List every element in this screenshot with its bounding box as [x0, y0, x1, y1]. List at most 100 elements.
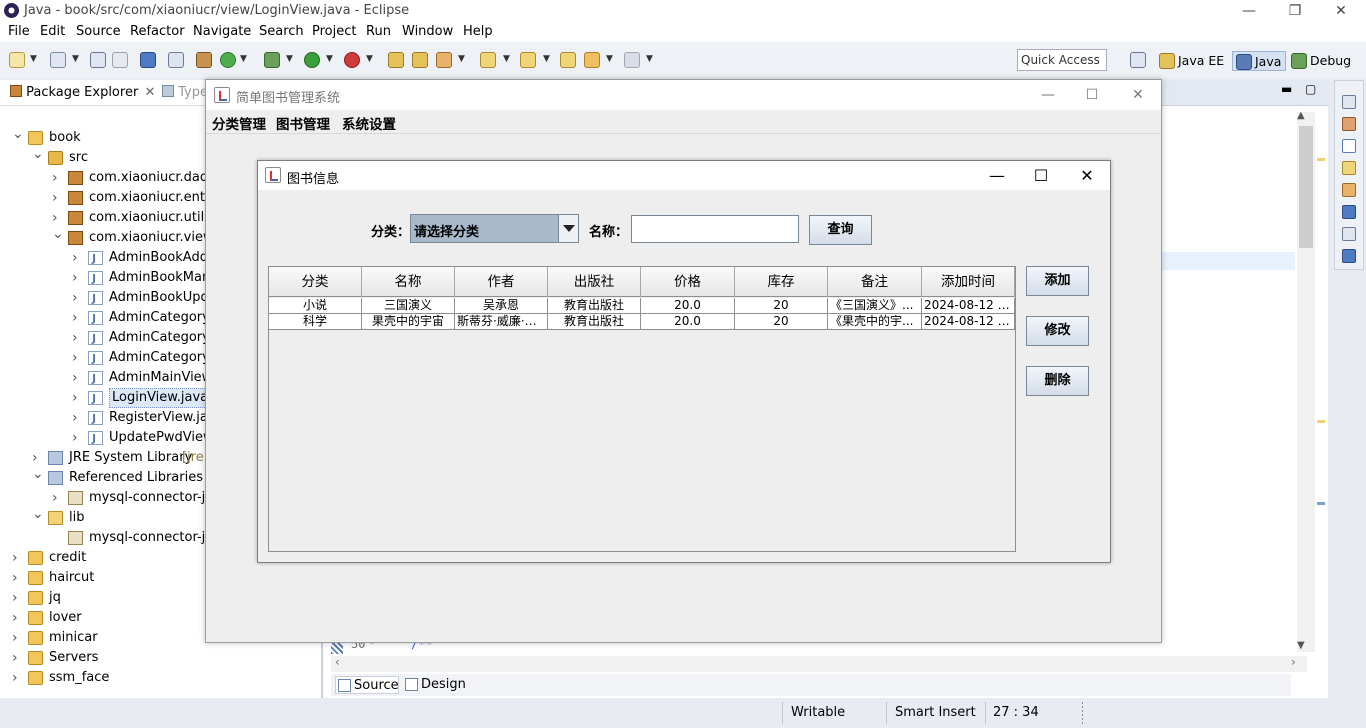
chevron-right-icon[interactable]: › [52, 488, 62, 508]
open-perspective-icon[interactable] [1130, 52, 1146, 68]
column-header[interactable]: 添加时间 [922, 267, 1015, 297]
chevron-right-icon[interactable]: › [12, 668, 22, 688]
maximize-icon[interactable]: ☐ [1018, 163, 1064, 189]
quick-access-input[interactable]: Quick Access [1017, 49, 1107, 71]
chevron-right-icon[interactable]: › [52, 168, 62, 188]
menu-navigate[interactable]: Navigate [193, 24, 251, 39]
ruler-annotation[interactable] [1317, 158, 1325, 161]
menu-category-management[interactable]: 分类管理 [212, 113, 266, 133]
back-icon[interactable] [584, 52, 600, 68]
chevron-right-icon[interactable]: › [12, 608, 22, 628]
menu-project[interactable]: Project [312, 24, 356, 39]
tab-package-explorer[interactable]: Package Explorer ✕ [10, 85, 155, 100]
table-cell[interactable]: 《果壳中的宇... [828, 314, 922, 329]
table-cell[interactable]: 科学 [269, 314, 362, 329]
overview-ruler[interactable] [1315, 112, 1327, 672]
table-cell[interactable]: 小说 [269, 298, 362, 313]
chevron-down-icon[interactable]: ▼ [646, 54, 653, 64]
table-cell[interactable]: 教育出版社 [548, 298, 641, 313]
chevron-right-icon[interactable]: › [72, 308, 82, 328]
scroll-right-icon[interactable]: › [1291, 655, 1296, 669]
table-cell[interactable]: 果壳中的宇宙 [362, 314, 455, 329]
new-icon[interactable] [9, 52, 25, 68]
javadoc-icon[interactable] [1342, 139, 1356, 153]
close-icon[interactable]: ✕ [1318, 0, 1364, 22]
chevron-down-icon[interactable]: ▼ [286, 54, 293, 64]
table-cell[interactable]: 斯蒂芬·威廉·霍... [455, 314, 548, 329]
table-cell[interactable]: 20 [735, 314, 828, 329]
close-icon[interactable]: ✕ [144, 85, 155, 100]
console-icon[interactable] [140, 52, 156, 68]
chevron-down-icon[interactable]: ▼ [366, 54, 373, 64]
name-input[interactable] [631, 215, 799, 243]
chevron-down-icon[interactable]: ▼ [543, 54, 550, 64]
menu-book-management[interactable]: 图书管理 [276, 113, 330, 133]
close-icon[interactable]: ✕ [1064, 163, 1110, 189]
console-icon[interactable] [1342, 205, 1356, 219]
add-button[interactable]: 添加 [1026, 266, 1089, 296]
pen-icon[interactable] [436, 52, 452, 68]
progress-icon[interactable] [1342, 227, 1356, 241]
column-header[interactable]: 分类 [269, 267, 362, 297]
tab-design[interactable]: Design [403, 676, 466, 694]
menu-run[interactable]: Run [366, 24, 391, 39]
chevron-right-icon[interactable]: › [52, 188, 62, 208]
table-cell[interactable]: 2024-08-12 15... [922, 314, 1015, 329]
book-table[interactable]: 分类 名称 作者 出版社 价格 库存 备注 添加时间 小说 三国演义 吴承恩 教育出版社 20.0 20… [268, 266, 1016, 552]
servers-icon[interactable] [1342, 249, 1356, 263]
debug-icon[interactable] [264, 52, 280, 68]
chevron-down-icon[interactable]: ▼ [326, 54, 333, 64]
column-header[interactable]: 备注 [828, 267, 922, 297]
declaration-icon[interactable] [1342, 161, 1356, 175]
menu-system-settings[interactable]: 系统设置 [342, 113, 396, 133]
forward-icon[interactable] [624, 52, 640, 68]
restore-icon[interactable] [1342, 95, 1356, 109]
menu-file[interactable]: File [8, 24, 30, 39]
perspective-debug[interactable]: Debug [1288, 51, 1355, 71]
open-type-icon[interactable] [196, 52, 212, 68]
chevron-down-icon[interactable]: ▼ [72, 54, 79, 64]
search-button[interactable]: 查询 [809, 215, 872, 245]
table-row[interactable]: 小说 三国演义 吴承恩 教育出版社 20.0 20 《三国演义》... 2024-08-12 … [269, 298, 1015, 314]
scroll-down-icon[interactable]: ▼ [1297, 640, 1305, 651]
chevron-down-icon[interactable]: ▼ [240, 54, 247, 64]
menu-refactor[interactable]: Refactor [130, 24, 185, 39]
minimize-icon[interactable]: — [974, 163, 1020, 189]
ruler-annotation[interactable] [1317, 502, 1325, 505]
perspective-java-ee[interactable]: Java EE [1156, 51, 1228, 71]
refresh-icon[interactable] [220, 52, 236, 68]
chevron-right-icon[interactable]: › [12, 588, 22, 608]
scroll-up-icon[interactable]: ▲ [1297, 110, 1305, 121]
chevron-down-icon[interactable] [558, 215, 578, 242]
chevron-right-icon[interactable]: › [72, 288, 82, 308]
edit-button[interactable]: 修改 [1026, 316, 1089, 346]
run-icon[interactable] [304, 52, 320, 68]
hammer-icon[interactable] [1342, 183, 1356, 197]
tree-item[interactable]: › Servers [0, 648, 322, 668]
chevron-right-icon[interactable]: › [72, 368, 82, 388]
table-cell[interactable]: 20 [735, 298, 828, 313]
maximize-icon[interactable]: ☐ [1072, 84, 1112, 106]
chevron-right-icon[interactable]: › [72, 348, 82, 368]
chevron-right-icon[interactable]: › [12, 548, 22, 568]
column-header[interactable]: 出版社 [548, 267, 641, 297]
prev-annotation-icon[interactable] [520, 52, 536, 68]
save-icon[interactable] [90, 52, 106, 68]
column-header[interactable]: 名称 [362, 267, 455, 297]
editor-horizontal-scrollbar[interactable]: ‹ › [331, 655, 1307, 672]
column-header[interactable]: 库存 [735, 267, 828, 297]
menu-window[interactable]: Window [402, 24, 453, 39]
chevron-down-icon[interactable]: ▼ [30, 54, 37, 64]
chevron-down-icon[interactable]: ⌄ [52, 224, 64, 244]
external-tools-icon[interactable] [344, 52, 360, 68]
chevron-down-icon[interactable]: ⌄ [32, 144, 44, 164]
menu-edit[interactable]: Edit [40, 24, 65, 39]
table-cell[interactable]: 吴承恩 [455, 298, 548, 313]
table-cell[interactable]: 20.0 [641, 298, 735, 313]
outline-icon[interactable] [1342, 117, 1356, 131]
open-folder-icon[interactable] [388, 52, 404, 68]
restore-icon[interactable]: ❐ [1272, 0, 1318, 22]
chevron-right-icon[interactable]: › [12, 568, 22, 588]
maximize-view-icon[interactable]: ▢ [1305, 82, 1316, 96]
skip-breakpoints-icon[interactable] [168, 52, 184, 68]
